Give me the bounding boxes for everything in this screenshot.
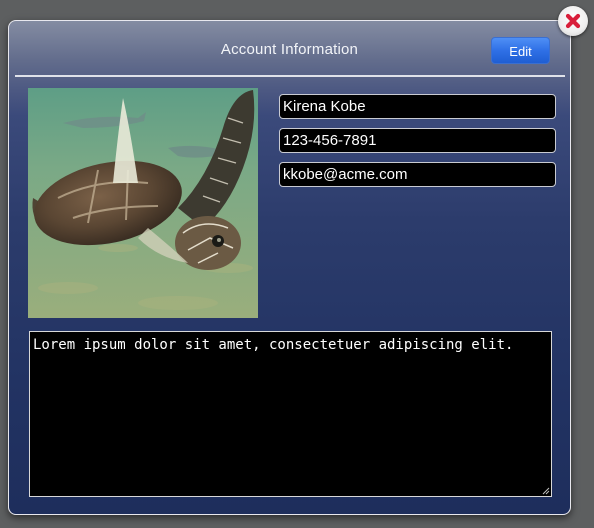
account-info-dialog: Account Information Edit Kirena Kobe 123… (8, 20, 571, 515)
header-divider (15, 75, 565, 77)
page: Account Information Edit Kirena Kobe 123… (0, 0, 594, 528)
phone-field[interactable]: 123-456-7891 (279, 128, 556, 153)
edit-button[interactable]: Edit (491, 37, 550, 64)
email-field[interactable]: kkobe@acme.com (279, 162, 556, 187)
close-icon (565, 13, 581, 29)
dialog-header: Account Information Edit (9, 21, 570, 77)
close-button[interactable] (558, 6, 588, 36)
resize-grip-icon[interactable] (542, 487, 550, 495)
dialog-title: Account Information (220, 41, 359, 58)
name-field[interactable]: Kirena Kobe (279, 94, 556, 119)
notes-textarea[interactable]: Lorem ipsum dolor sit amet, consectetuer… (29, 331, 552, 497)
profile-photo (28, 88, 258, 318)
notes-text: Lorem ipsum dolor sit amet, consectetuer… (33, 337, 514, 353)
